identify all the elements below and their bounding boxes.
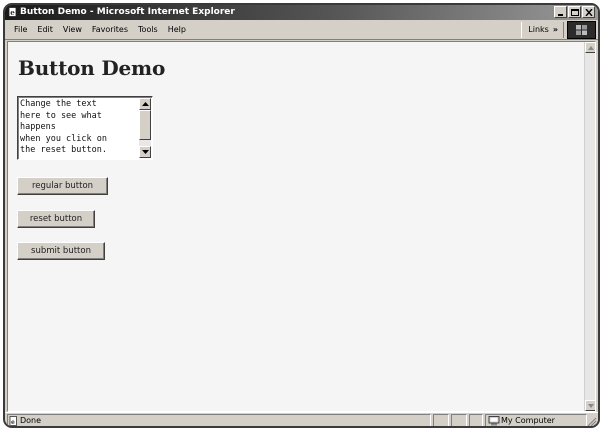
status-text: Done <box>20 416 42 425</box>
links-toolbar[interactable]: Links » <box>521 22 564 38</box>
security-zone[interactable]: My Computer <box>485 414 587 426</box>
page-viewport: Button Demo Change the text here to see … <box>7 41 596 412</box>
arrow-up-icon <box>588 46 594 50</box>
windows-logo-icon <box>576 25 587 35</box>
svg-text:e: e <box>11 419 15 426</box>
window-title: Button Demo - Microsoft Internet Explore… <box>20 7 235 17</box>
status-bar: e Done My Computer <box>5 412 598 427</box>
maximize-button[interactable] <box>568 6 581 18</box>
page-scrollbar[interactable] <box>584 42 595 411</box>
window-controls <box>554 6 595 18</box>
menu-view[interactable]: View <box>58 23 87 36</box>
title-bar[interactable]: e Button Demo - Microsoft Internet Explo… <box>5 5 598 20</box>
arrow-down-icon <box>588 404 594 408</box>
status-panel-2 <box>451 414 467 426</box>
status-message: e Done <box>7 414 431 426</box>
throbber <box>567 21 596 39</box>
zone-text: My Computer <box>501 416 555 425</box>
page-scroll-up-button[interactable] <box>585 42 595 53</box>
resize-grip-icon[interactable] <box>586 416 597 427</box>
links-chevron-icon[interactable]: » <box>553 22 558 38</box>
demo-textarea[interactable]: Change the text here to see what happens… <box>17 96 153 160</box>
arrow-down-icon <box>142 150 149 154</box>
textarea-scroll-down-button[interactable] <box>139 146 151 158</box>
textarea-text[interactable]: Change the text here to see what happens… <box>20 99 138 159</box>
arrow-up-icon <box>142 102 149 106</box>
close-icon <box>585 9 593 16</box>
svg-text:e: e <box>10 8 15 17</box>
textarea-scroll-up-button[interactable] <box>139 98 151 110</box>
menu-help[interactable]: Help <box>163 23 191 36</box>
close-button[interactable] <box>582 6 595 18</box>
minimize-button[interactable] <box>554 6 567 18</box>
status-panel-1 <box>433 414 449 426</box>
page-heading: Button Demo <box>18 56 166 80</box>
ie-page-icon: e <box>8 7 17 17</box>
regular-button[interactable]: regular button <box>17 177 108 195</box>
status-panel-3 <box>469 414 483 426</box>
computer-icon <box>488 416 500 426</box>
page-scroll-down-button[interactable] <box>585 400 595 411</box>
textarea-scrollbar[interactable] <box>139 98 151 158</box>
submit-button[interactable]: submit button <box>17 242 105 260</box>
reset-button[interactable]: reset button <box>17 210 95 228</box>
menu-edit[interactable]: Edit <box>32 23 58 36</box>
textarea-scroll-thumb[interactable] <box>139 110 151 140</box>
minimize-icon <box>558 14 563 16</box>
menu-file[interactable]: File <box>9 23 32 36</box>
menu-items: File Edit View Favorites Tools Help <box>9 23 191 36</box>
menu-bar: File Edit View Favorites Tools Help Link… <box>5 20 598 40</box>
browser-window: e Button Demo - Microsoft Internet Explo… <box>3 3 600 428</box>
page-icon: e <box>9 416 17 426</box>
menu-tools[interactable]: Tools <box>133 23 163 36</box>
maximize-icon <box>571 9 579 16</box>
links-label: Links <box>528 25 549 34</box>
menu-favorites[interactable]: Favorites <box>87 23 133 36</box>
